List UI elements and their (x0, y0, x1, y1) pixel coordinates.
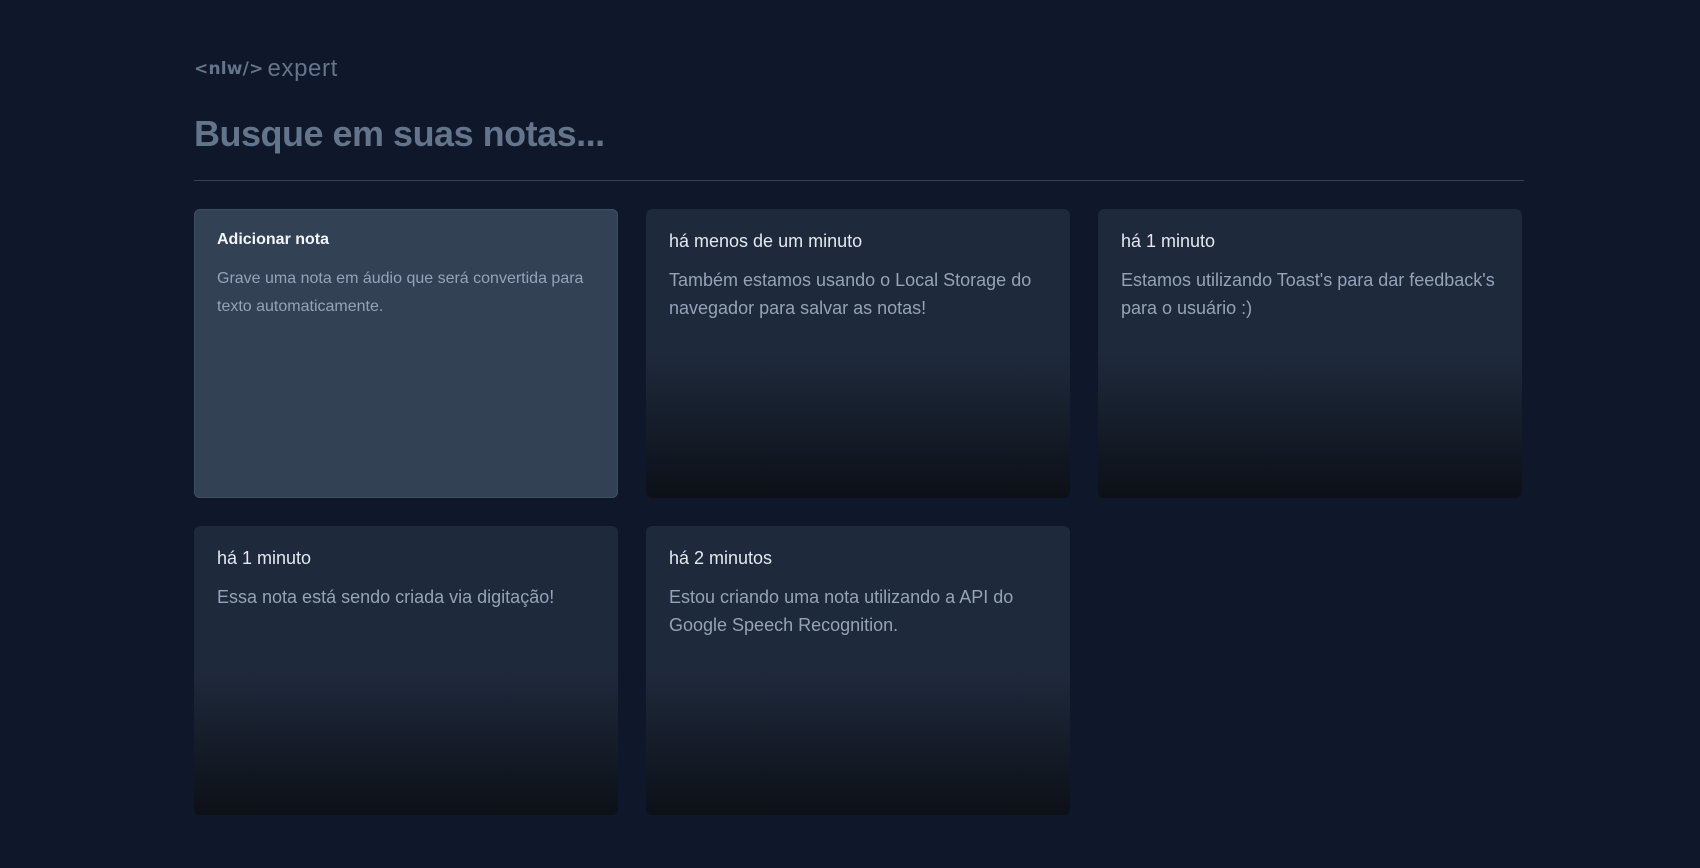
note-fade-overlay (646, 670, 1070, 815)
add-note-description: Grave uma nota em áudio que será convert… (217, 270, 584, 315)
divider (194, 180, 1524, 181)
logo-word-text: expert (267, 55, 338, 82)
note-content: Essa nota está sendo criada via digitaçã… (217, 587, 555, 607)
note-card[interactable]: há 1 minuto Estamos utilizando Toast's p… (1098, 209, 1522, 498)
note-content: Estou criando uma nota utilizando a API … (669, 587, 1014, 635)
note-date: há 2 minutos (669, 548, 773, 568)
note-fade-overlay (1098, 353, 1522, 498)
note-card[interactable]: há 2 minutos Estou criando uma nota util… (646, 526, 1070, 815)
add-note-title: Adicionar nota (217, 231, 330, 248)
notes-grid: Adicionar nota Grave uma nota em áudio q… (194, 209, 1524, 815)
note-card[interactable]: há menos de um minuto Também estamos usa… (646, 209, 1070, 498)
note-date: há 1 minuto (1121, 231, 1216, 251)
note-card[interactable]: há 1 minuto Essa nota está sendo criada … (194, 526, 618, 815)
note-content: Também estamos usando o Local Storage do… (669, 270, 1032, 318)
note-fade-overlay (194, 670, 618, 815)
add-note-card[interactable]: Adicionar nota Grave uma nota em áudio q… (194, 209, 618, 498)
search-input[interactable] (194, 104, 1524, 164)
note-date: há 1 minuto (217, 548, 312, 568)
note-content: Estamos utilizando Toast's para dar feed… (1121, 270, 1495, 318)
note-fade-overlay (646, 353, 1070, 498)
nlw-expert-logo: <nlw/> expert (194, 55, 338, 83)
logo-code-text: <nlw/> (194, 59, 264, 79)
note-date: há menos de um minuto (669, 231, 863, 251)
